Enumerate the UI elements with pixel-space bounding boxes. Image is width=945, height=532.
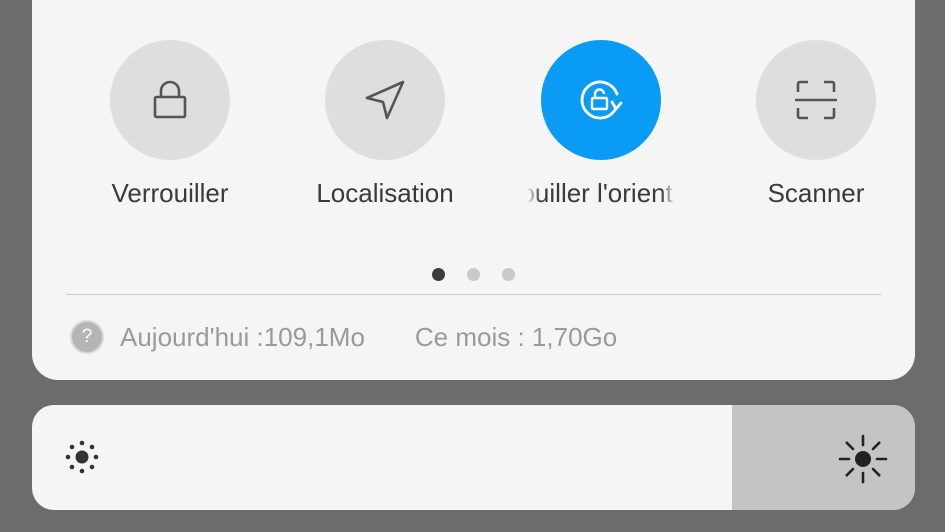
- page-dot[interactable]: [467, 268, 480, 281]
- brightness-high-icon: [838, 434, 888, 484]
- tile-scanner-button[interactable]: [756, 40, 876, 160]
- tile-scanner-label: Scanner: [767, 178, 865, 208]
- rotation-lock-icon: [580, 80, 623, 120]
- tile-lock-label: Verrouiller: [111, 178, 229, 208]
- usage-today: Aujourd'hui :109,1Mo: [120, 321, 365, 352]
- tile-location-button[interactable]: [325, 40, 445, 160]
- scan-icon: [795, 80, 837, 120]
- location-arrow-icon: [365, 80, 405, 120]
- page-dot[interactable]: [502, 268, 515, 281]
- tile-rotation-lock-label: Verrouiller l'orientation: [527, 178, 675, 208]
- brightness-low-icon: [65, 440, 99, 474]
- tile-lock-button[interactable]: [110, 40, 230, 160]
- usage-month: Ce mois : 1,70Go: [414, 321, 618, 352]
- tile-scanner[interactable]: Scanner: [736, 40, 896, 230]
- data-usage-row[interactable]: ? Aujourd'hui :109,1Mo Ce mois : 1,70Go: [70, 317, 617, 357]
- tile-location-label: Localisation: [316, 178, 454, 208]
- quick-settings-panel: Verrouiller Localisation Verrouiller l'o…: [32, 0, 915, 380]
- help-icon[interactable]: ?: [70, 320, 104, 354]
- tile-location[interactable]: Localisation: [305, 40, 465, 230]
- tile-lock[interactable]: Verrouiller: [90, 40, 250, 230]
- tile-rotation-lock[interactable]: Verrouiller l'orientation: [521, 40, 681, 230]
- page-dot[interactable]: [432, 268, 445, 281]
- lock-icon: [153, 80, 187, 119]
- divider: [66, 294, 881, 295]
- tile-rotation-lock-button[interactable]: [541, 40, 661, 160]
- brightness-slider[interactable]: [32, 405, 915, 510]
- page-indicator: [32, 268, 915, 281]
